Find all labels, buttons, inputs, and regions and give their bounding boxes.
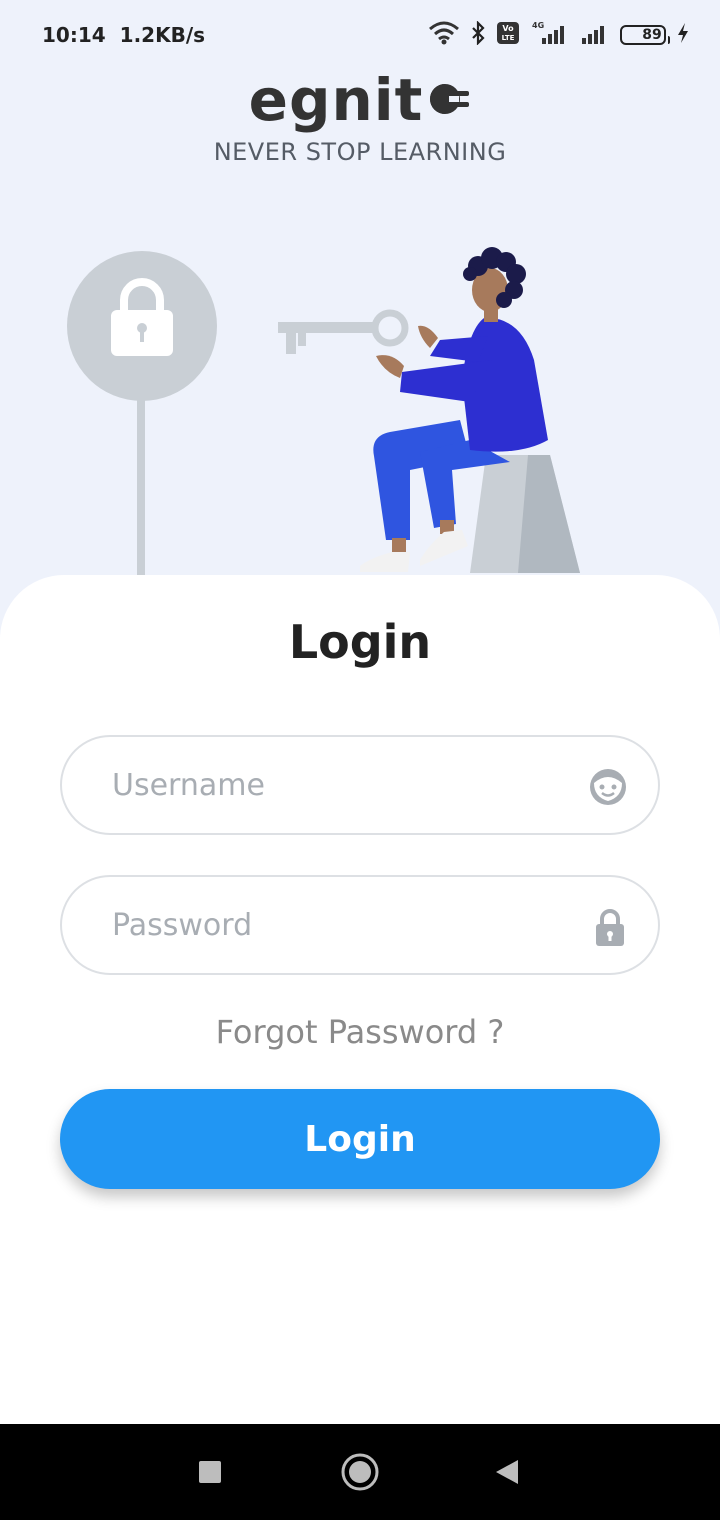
tagline: NEVER STOP LEARNING [213, 138, 507, 166]
svg-text:LTE: LTE [502, 34, 515, 42]
battery-icon: 89 [620, 25, 670, 45]
login-card: Login Forgot Password ? Login [0, 575, 720, 1425]
home-icon[interactable] [340, 1452, 380, 1496]
network-type-label: 4G [532, 21, 544, 30]
password-field[interactable] [60, 875, 660, 975]
signal-icon: 4G [530, 20, 570, 51]
hero-illustration [0, 200, 720, 600]
logo: egnit [249, 62, 472, 132]
volte-icon: Vo LTE [496, 21, 520, 50]
brand-header: egnit NEVER STOP LEARNING [0, 62, 720, 166]
username-field[interactable] [60, 735, 660, 835]
system-nav-bar [0, 1424, 720, 1520]
forgot-password-link[interactable]: Forgot Password ? [0, 1013, 720, 1051]
logo-text: egnit [248, 66, 424, 134]
recents-icon[interactable] [198, 1460, 222, 1488]
lock-post [137, 390, 145, 580]
stool [470, 455, 580, 573]
face-icon [588, 767, 628, 811]
login-button[interactable]: Login [60, 1089, 660, 1189]
password-input[interactable] [112, 907, 582, 943]
battery-level: 89 [642, 27, 662, 43]
username-input[interactable] [112, 767, 582, 803]
status-time: 10:14 [42, 23, 106, 47]
back-icon[interactable] [494, 1458, 520, 1490]
status-net-speed: 1.2KB/s [119, 23, 206, 47]
status-bar: 10:14 1.2KB/s Vo LTE 4G 89 [0, 0, 720, 70]
lock-icon [592, 907, 628, 951]
signal-icon [580, 20, 610, 51]
key-icon [278, 309, 409, 354]
battery-tip [667, 36, 670, 44]
svg-text:Vo: Vo [502, 24, 514, 33]
page-title: Login [288, 615, 432, 669]
plug-logo-icon [425, 82, 471, 120]
charging-icon [676, 22, 690, 49]
wifi-icon [428, 21, 460, 50]
status-icons: Vo LTE 4G 89 [428, 19, 690, 51]
bluetooth-icon [470, 19, 486, 50]
